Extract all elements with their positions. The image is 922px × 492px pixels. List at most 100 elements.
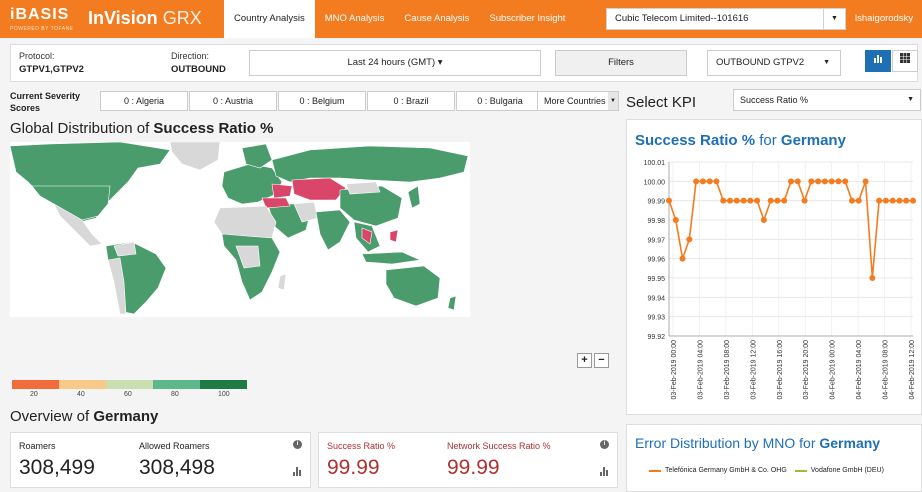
map-region-russia bbox=[271, 145, 469, 183]
chevron-down-icon: ▼ bbox=[907, 96, 914, 103]
chevron-down-icon: ▼ bbox=[823, 59, 830, 66]
grid-view-button[interactable] bbox=[892, 50, 918, 72]
error-title-prefix: Error Distribution by MNO for bbox=[635, 435, 820, 451]
legend-line-icon bbox=[794, 469, 807, 472]
app-title: InVision GRX bbox=[88, 8, 202, 29]
data-point bbox=[672, 217, 679, 223]
x-tick-label: 03-Feb-2019 12:00 bbox=[750, 340, 757, 400]
filter-bar: Protocol: GTPV1,GTPV2 Direction: OUTBOUN… bbox=[10, 44, 918, 82]
x-tick-label: 04-Feb-2019 00:00 bbox=[830, 340, 837, 400]
legend-line-icon bbox=[649, 469, 661, 472]
x-tick-label: 03-Feb-2019 16:00 bbox=[777, 340, 784, 400]
data-point bbox=[740, 197, 747, 204]
bar-chart-icon[interactable] bbox=[293, 467, 302, 476]
protocol-label: Protocol: bbox=[19, 51, 55, 61]
legend-label: 100 bbox=[218, 391, 230, 398]
map-legend-labels: 20 40 60 80 100 bbox=[12, 391, 248, 401]
legend-label: 60 bbox=[124, 391, 132, 398]
chart-view-button[interactable] bbox=[865, 50, 891, 72]
map-region-scandinavia bbox=[241, 143, 273, 169]
world-map-svg bbox=[9, 141, 469, 315]
tab-mno-analysis[interactable]: MNO Analysis bbox=[315, 0, 395, 38]
data-point bbox=[815, 178, 822, 185]
error-legend-item[interactable]: Vodafone GmbH (DEU) bbox=[794, 467, 884, 474]
legend-swatch bbox=[12, 380, 59, 389]
data-point bbox=[869, 275, 876, 281]
data-point bbox=[699, 178, 706, 185]
info-icon[interactable]: i bbox=[600, 440, 609, 449]
x-tick-label: 04-Feb-2019 12:00 bbox=[909, 340, 916, 400]
user-name: lshaigorodsky bbox=[855, 13, 914, 24]
bar-chart-icon bbox=[874, 55, 882, 63]
error-title-country: Germany bbox=[819, 435, 881, 451]
more-countries-select[interactable]: More Countries ▼ bbox=[537, 91, 619, 111]
map-title-prefix: Global Distribution of bbox=[10, 120, 154, 137]
map-region-ukraine bbox=[271, 183, 293, 199]
data-point bbox=[713, 178, 720, 185]
filters-button[interactable]: Filters bbox=[555, 50, 687, 76]
user-menu[interactable]: lshaigorodsky bbox=[855, 13, 913, 24]
error-distribution-title: Error Distribution by MNO for Germany bbox=[635, 435, 880, 451]
app-title-bold: InVision bbox=[88, 8, 158, 28]
data-point bbox=[727, 197, 733, 204]
severity-chip[interactable]: 0 : Algeria bbox=[100, 91, 188, 111]
data-point bbox=[849, 197, 855, 204]
y-tick-label: 100.01 bbox=[644, 160, 666, 167]
grid-icon bbox=[900, 53, 910, 63]
success-ratio-label: Success Ratio % bbox=[327, 441, 396, 451]
error-legend-item[interactable]: Telefónica Germany GmbH & Co. OHG bbox=[649, 467, 787, 474]
data-point bbox=[686, 236, 693, 243]
data-point bbox=[693, 178, 700, 185]
map-zoom-out-button[interactable]: − bbox=[594, 353, 609, 368]
company-select[interactable]: Cubic Telecom Limited--101616 ▼ bbox=[606, 8, 846, 30]
severity-chip[interactable]: 0 : Brazil bbox=[367, 91, 455, 111]
overview-country: Germany bbox=[93, 408, 159, 425]
protocol-select[interactable]: OUTBOUND GTPV2 ▼ bbox=[707, 50, 841, 76]
direction-label: Direction: bbox=[171, 51, 210, 61]
network-success-label: Network Success Ratio % bbox=[447, 441, 551, 451]
map-region-japan bbox=[407, 185, 421, 209]
app-title-light: GRX bbox=[162, 8, 202, 28]
ibasis-logo[interactable]: iBASIS POWERED BY TOFANE bbox=[10, 6, 73, 32]
data-point bbox=[720, 197, 727, 204]
data-point bbox=[774, 197, 781, 204]
legend-label: 20 bbox=[30, 391, 38, 398]
world-map[interactable] bbox=[9, 141, 470, 317]
error-legend: Telefónica Germany GmbH & Co. OHG Vodafon… bbox=[649, 467, 892, 474]
y-tick-label: 100.00 bbox=[644, 179, 666, 186]
severity-chip[interactable]: 0 : Belgium bbox=[278, 91, 366, 111]
success-ratio-card: Success Ratio % 99.99 Network Success Ra… bbox=[318, 432, 618, 488]
kpi-line-chart[interactable]: 100.01 100.00 99.99 99.98 99.97 99.96 99.95 99.… bbox=[627, 120, 922, 416]
roamers-label: Roamers bbox=[19, 441, 56, 451]
data-point bbox=[903, 197, 910, 204]
map-region-philippines bbox=[389, 229, 399, 243]
map-title: Global Distribution of Success Ratio % bbox=[10, 120, 273, 137]
map-zoom-in-button[interactable]: + bbox=[577, 353, 592, 368]
data-point bbox=[767, 197, 774, 204]
y-tick-label: 99.98 bbox=[647, 218, 665, 225]
data-point bbox=[828, 178, 835, 185]
y-tick-label: 99.94 bbox=[647, 295, 665, 302]
tab-cause-analysis[interactable]: Cause Analysis bbox=[394, 0, 479, 38]
data-point bbox=[747, 197, 754, 204]
severity-chip[interactable]: 0 : Bulgaria bbox=[456, 91, 544, 111]
severity-chip[interactable]: 0 : Austria bbox=[189, 91, 277, 111]
tab-country-analysis[interactable]: Country Analysis bbox=[224, 0, 315, 38]
chevron-down-icon: ▼ bbox=[608, 92, 618, 110]
x-tick-label: 03-Feb-2019 00:00 bbox=[671, 340, 678, 400]
kpi-select[interactable]: Success Ratio % ▼ bbox=[733, 89, 921, 111]
data-point bbox=[876, 197, 883, 204]
protocol-select-value: OUTBOUND GTPV2 bbox=[716, 57, 805, 68]
map-region-mongolia bbox=[345, 181, 381, 195]
error-legend-label: Vodafone GmbH (DEU) bbox=[810, 467, 884, 474]
x-tick-label: 03-Feb-2019 08:00 bbox=[724, 340, 731, 400]
y-tick-label: 99.97 bbox=[647, 237, 665, 244]
info-icon[interactable]: i bbox=[293, 440, 302, 449]
tab-subscriber-insight[interactable]: Subscriber Insight bbox=[479, 0, 575, 38]
x-tick-label: 03-Feb-2019 04:00 bbox=[697, 340, 704, 400]
time-range-select[interactable]: Last 24 hours (GMT) ▾ bbox=[249, 50, 541, 76]
data-point bbox=[862, 178, 869, 185]
allowed-roamers-label: Allowed Roamers bbox=[139, 441, 210, 451]
bar-chart-icon[interactable] bbox=[600, 467, 609, 476]
data-point bbox=[889, 197, 896, 204]
